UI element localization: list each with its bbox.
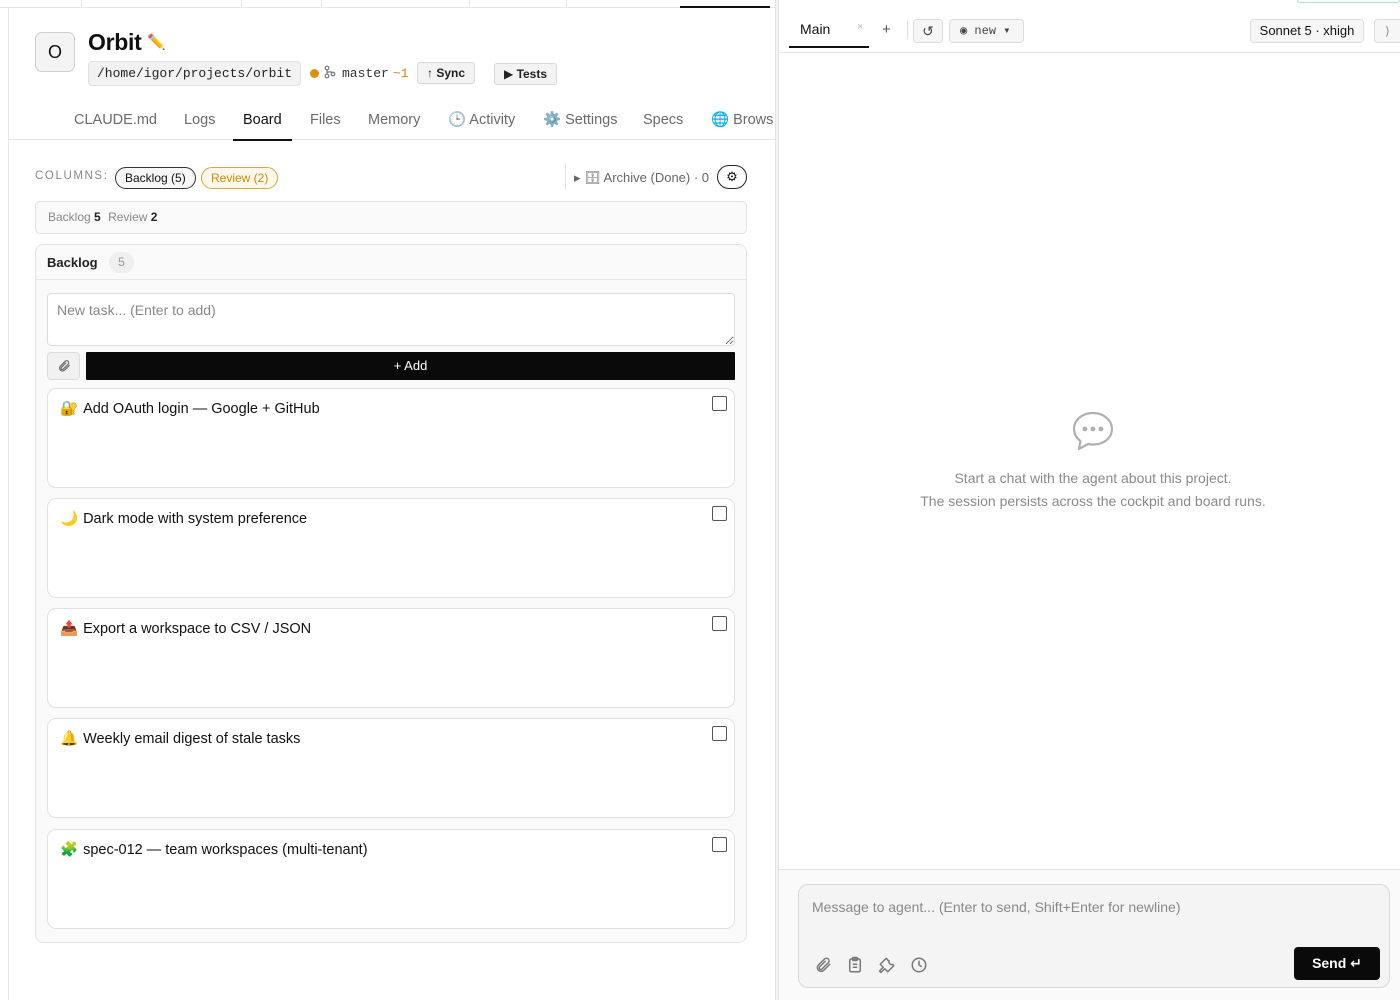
refresh-icon[interactable]: ↺ (913, 19, 943, 43)
task-card[interactable]: 🧩 spec-012 — team workspaces (multi-tenan… (47, 829, 735, 929)
summary-backlog-count: 5 (94, 210, 101, 224)
gear-icon: ⚙ (726, 169, 738, 184)
task-card-text: Export a workspace to CSV / JSON (83, 621, 312, 637)
git-branch-icon (324, 65, 336, 82)
task-card[interactable]: 🌙 Dark mode with system preference (47, 498, 735, 598)
task-card-title: 🌙 Dark mode with system preference (60, 510, 307, 527)
task-card[interactable]: 🔔 Weekly email digest of stale tasks (47, 718, 735, 818)
column-title: Backlog (47, 255, 98, 270)
column-header: Backlog 5 (36, 245, 746, 280)
top-strip-segment[interactable] (0, 0, 82, 8)
clock-icon[interactable] (910, 956, 928, 974)
message-input[interactable] (799, 885, 1389, 941)
paperclip-icon (58, 360, 70, 372)
puzzle-icon: 🧩 (60, 842, 79, 858)
outbox-icon: 📤 (60, 621, 79, 637)
top-accent (1297, 0, 1400, 3)
tab-memory[interactable]: Memory (368, 100, 420, 140)
send-button[interactable]: Send ↵ (1294, 947, 1380, 980)
toolbar-divider (565, 164, 566, 190)
tests-button[interactable]: ▶ Tests (494, 63, 558, 85)
summary-review-label: Review (108, 210, 148, 224)
paperclip-icon[interactable] (814, 956, 832, 974)
attach-button[interactable] (47, 352, 80, 380)
moon-icon: 🌙 (60, 511, 79, 527)
model-selector[interactable]: Sonnet 5 · xhigh (1250, 19, 1364, 43)
project-tabs: CLAUDE.md Logs Board Files Memory 🕒 Acti… (9, 100, 775, 141)
add-task-button[interactable]: + Add (86, 352, 735, 380)
project-title: Orbit (88, 29, 142, 55)
top-strip-segment[interactable] (242, 0, 322, 8)
new-task-input[interactable] (47, 293, 735, 346)
empty-state-line-1: Start a chat with the agent about this p… (954, 470, 1232, 486)
composer-area: Send ↵ (779, 869, 1400, 1000)
column-summary: Backlog 5 Review 2 (35, 201, 747, 234)
chat-tab-bar: Main × + ↺ ◉ new ▾ Sonnet 5 · xhigh ⟩ (779, 8, 1400, 53)
branch-ahead-count: ~1 (393, 66, 409, 81)
task-card-title: 🔐 Add OAuth login — Google + GitHub (60, 400, 320, 417)
summary-backlog-label: Backlog (48, 210, 91, 224)
chat-tab-label: Main (800, 21, 831, 37)
task-card-title: 🔔 Weekly email digest of stale tasks (60, 730, 300, 747)
wrench-icon[interactable] (878, 956, 896, 974)
task-card-text: Add OAuth login — Google + GitHub (83, 401, 320, 417)
column-count-badge: 5 (109, 252, 134, 273)
board-settings-button[interactable]: ⚙ (717, 165, 747, 189)
tab-logs[interactable]: Logs (184, 100, 215, 140)
tab-claude-md[interactable]: CLAUDE.md (74, 100, 157, 140)
top-strip-segment[interactable] (82, 0, 242, 8)
task-checkbox[interactable] (712, 616, 727, 631)
columns-label: COLUMNS: (35, 170, 109, 182)
task-card-text: Dark mode with system preference (83, 511, 308, 527)
session-select[interactable]: ◉ new ▾ (949, 19, 1024, 43)
lock-icon: 🔐 (60, 401, 79, 417)
task-card-title: 🧩 spec-012 — team workspaces (multi-tenan… (60, 841, 368, 858)
top-tab-strip (0, 0, 775, 8)
project-panel: O Orbit ✏️ /home/igor/projects/orbit mas… (9, 8, 775, 1000)
new-chat-tab-button[interactable]: + (882, 21, 891, 38)
archive-toggle[interactable]: ▸ 🗄 Archive (Done) · 0 (574, 170, 709, 186)
project-avatar: O (35, 32, 75, 72)
task-card[interactable]: 🔐 Add OAuth login — Google + GitHub (47, 388, 735, 488)
collapse-panel-button[interactable]: ⟩ (1374, 19, 1400, 43)
empty-state-line-2: The session persists across the cockpit … (920, 493, 1266, 509)
close-icon[interactable]: × (857, 21, 863, 33)
tab-settings[interactable]: ⚙️ Settings (543, 100, 617, 140)
column-chip-backlog[interactable]: Backlog (5) (115, 167, 196, 189)
chat-tab-main[interactable]: Main × (789, 8, 869, 48)
tab-activity[interactable]: 🕒 Activity (448, 100, 515, 140)
summary-review-count: 2 (150, 210, 158, 224)
tab-board[interactable]: Board (233, 100, 292, 141)
chat-panel: Main × + ↺ ◉ new ▾ Sonnet 5 · xhigh ⟩ St… (779, 0, 1400, 1000)
backlog-column: Backlog 5 + Add 🔐Add OAuth login — Googl… (35, 244, 747, 943)
tab-browser[interactable]: 🌐 Brows (711, 100, 773, 140)
project-path: /home/igor/projects/orbit (88, 61, 302, 86)
sync-button[interactable]: ↑ Sync (417, 62, 476, 84)
top-strip-segment[interactable] (470, 0, 567, 8)
tab-bar-divider (907, 21, 908, 39)
column-chip-review[interactable]: Review (2) (201, 167, 279, 189)
task-checkbox[interactable] (712, 396, 727, 411)
branch-name[interactable]: master (342, 66, 389, 81)
tab-files[interactable]: Files (310, 100, 341, 140)
bell-icon: 🔔 (60, 731, 79, 747)
composer: Send ↵ (798, 884, 1390, 988)
branch-status-dot (310, 69, 319, 78)
task-card-title: 📤 Export a workspace to CSV / JSON (60, 620, 311, 637)
task-checkbox[interactable] (712, 506, 727, 521)
task-checkbox[interactable] (712, 726, 727, 741)
clipboard-icon[interactable] (846, 956, 864, 974)
top-strip-segment[interactable] (322, 0, 470, 8)
chat-bubble-icon (1072, 411, 1114, 451)
task-card-text: spec-012 — team workspaces (multi-tenant… (83, 842, 368, 858)
task-card-text: Weekly email digest of stale tasks (83, 731, 301, 747)
task-card[interactable]: 📤 Export a workspace to CSV / JSON (47, 608, 735, 708)
tab-specs[interactable]: Specs (643, 100, 683, 140)
task-checkbox[interactable] (712, 837, 727, 852)
edit-pencil-icon[interactable]: ✏️ (147, 33, 166, 51)
